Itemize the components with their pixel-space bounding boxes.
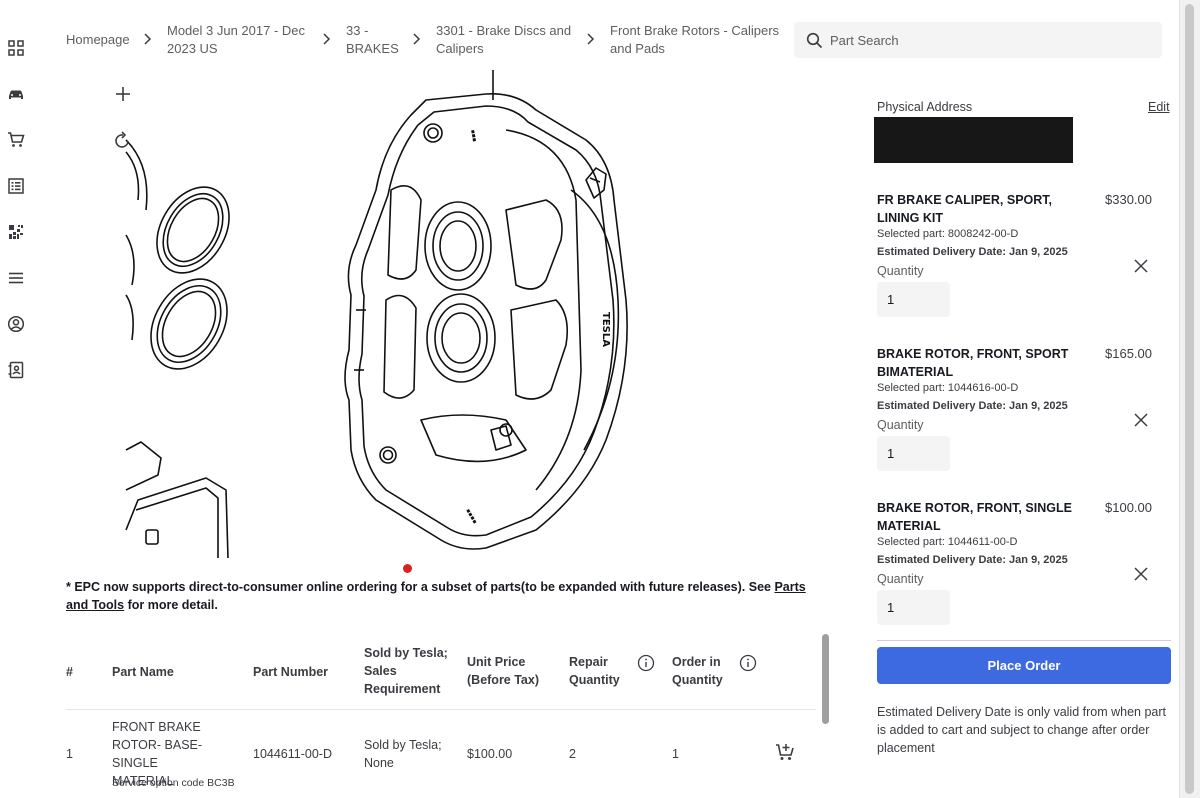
cart-item-quantity-label: Quantity [877,572,924,586]
chevron-right-icon [142,32,152,46]
cart-item-quantity-label: Quantity [877,264,924,278]
breadcrumb-model[interactable]: Model 3 Jun 2017 - Dec 2023 US [167,22,317,58]
row-order-qty: 1 [672,747,679,761]
svg-text:▪▪▪▪: ▪▪▪▪ [464,508,478,526]
caliper-brand-mark: TESLA [600,312,611,347]
breadcrumb-homepage[interactable]: Homepage [66,31,136,49]
table-scrollbar[interactable] [821,632,831,798]
catalog-icon[interactable] [4,174,28,198]
page-scrollbar[interactable] [1179,0,1200,798]
brake-caliper-drawing: TESLA ▪▪▪ ▪▪▪▪ [125,70,628,559]
cart-item-delivery-date: Estimated Delivery Date: Jan 9, 2025 [877,554,1068,566]
row-unit-price: $100.00 [467,747,513,761]
cart-item-selected-part: Selected part: 1044611-00-D [877,536,1018,548]
col-header-order-qty: Order in Quantity [672,655,723,687]
parts-diagram[interactable]: TESLA ▪▪▪ ▪▪▪▪ [66,70,786,560]
breadcrumb-subgroup[interactable]: 3301 - Brake Discs and Calipers [436,22,581,58]
redacted-address-block [874,117,1073,163]
row-repair-qty: 2 [569,747,576,761]
parts-table: # Part Name Part Number Sold by Tesla; S… [66,632,816,798]
cart-item-quantity-input[interactable] [877,590,950,625]
chevron-right-icon [321,32,331,46]
qr-code-icon[interactable] [4,220,28,244]
col-header-part-number: Part Number [253,665,329,679]
account-icon[interactable] [4,312,28,336]
menu-icon[interactable] [4,266,28,290]
cart-item-name: FR BRAKE CALIPER, SPORT, LINING KIT [877,193,1053,225]
diagram-hotspot-marker[interactable] [403,564,412,573]
place-order-button[interactable]: Place Order [877,647,1171,684]
table-scrollbar-thumb[interactable] [822,634,829,724]
close-icon[interactable] [1133,566,1149,582]
cart-item-price: $330.00 [1105,192,1152,207]
close-icon[interactable] [1133,412,1149,428]
add-to-cart-icon[interactable] [774,741,796,763]
row-index: 1 [66,747,73,761]
cart-divider [877,640,1171,641]
table-header-divider [66,709,816,710]
epc-note-suffix: for more detail. [124,598,218,612]
col-header-unit-price: Unit Price (Before Tax) [467,655,540,687]
search-input[interactable] [830,32,1130,48]
epc-note-text: * EPC now supports direct-to-consumer on… [66,580,775,594]
reset-view-icon[interactable] [111,130,133,152]
info-icon[interactable] [739,654,757,672]
epc-ordering-note: * EPC now supports direct-to-consumer on… [66,578,826,614]
cart-item-delivery-date: Estimated Delivery Date: Jan 9, 2025 [877,246,1068,258]
search-icon [806,32,823,48]
row-part-number: 1044611-00-D [253,747,332,761]
cart-item-price: $165.00 [1105,346,1152,361]
cart-icon[interactable] [4,128,28,152]
edit-address-link[interactable]: Edit [1148,100,1170,114]
chevron-right-icon [585,32,595,46]
delivery-date-note: Estimated Delivery Date is only valid fr… [877,705,1167,755]
svg-text:▪▪▪: ▪▪▪ [469,129,478,142]
col-header-part-name: Part Name [112,665,174,679]
row-sold-by: Sold by Tesla; None [364,738,442,770]
physical-address-label: Physical Address [877,100,973,114]
chevron-right-icon [411,32,421,46]
car-icon[interactable] [4,82,28,106]
cart-item-quantity-label: Quantity [877,418,924,432]
cart-item-name: BRAKE ROTOR, FRONT, SINGLE MATERIAL [877,501,1072,533]
cart-item-selected-part: Selected part: 8008242-00-D [877,228,1019,240]
svg-text:TESLA: TESLA [600,312,611,347]
info-icon[interactable] [637,654,655,672]
breadcrumb-group[interactable]: 33 - BRAKES [346,22,406,58]
row-service-code: Service option code BC3B [112,777,235,789]
cart-item-quantity-input[interactable] [877,436,950,471]
page-scrollbar-thumb[interactable] [1185,4,1194,794]
cart-item-delivery-date: Estimated Delivery Date: Jan 9, 2025 [877,400,1068,412]
col-header-repair-qty: Repair Quantity [569,655,620,687]
cart-item-selected-part: Selected part: 1044616-00-D [877,382,1019,394]
close-icon[interactable] [1133,258,1149,274]
breadcrumb-current: Front Brake Rotors - Calipers and Pads [610,23,780,56]
left-nav-rail [0,0,32,798]
part-search[interactable] [794,22,1162,58]
cart-item-quantity-input[interactable] [877,282,950,317]
zoom-in-icon[interactable] [113,84,133,104]
contacts-icon[interactable] [4,358,28,382]
grid-icon[interactable] [4,36,28,60]
col-header-sold-by: Sold by Tesla; Sales Requirement [364,646,448,696]
cart-item-name: BRAKE ROTOR, FRONT, SPORT BIMATERIAL [877,347,1069,379]
cart-item-price: $100.00 [1105,500,1152,515]
col-header-index: # [66,665,73,679]
